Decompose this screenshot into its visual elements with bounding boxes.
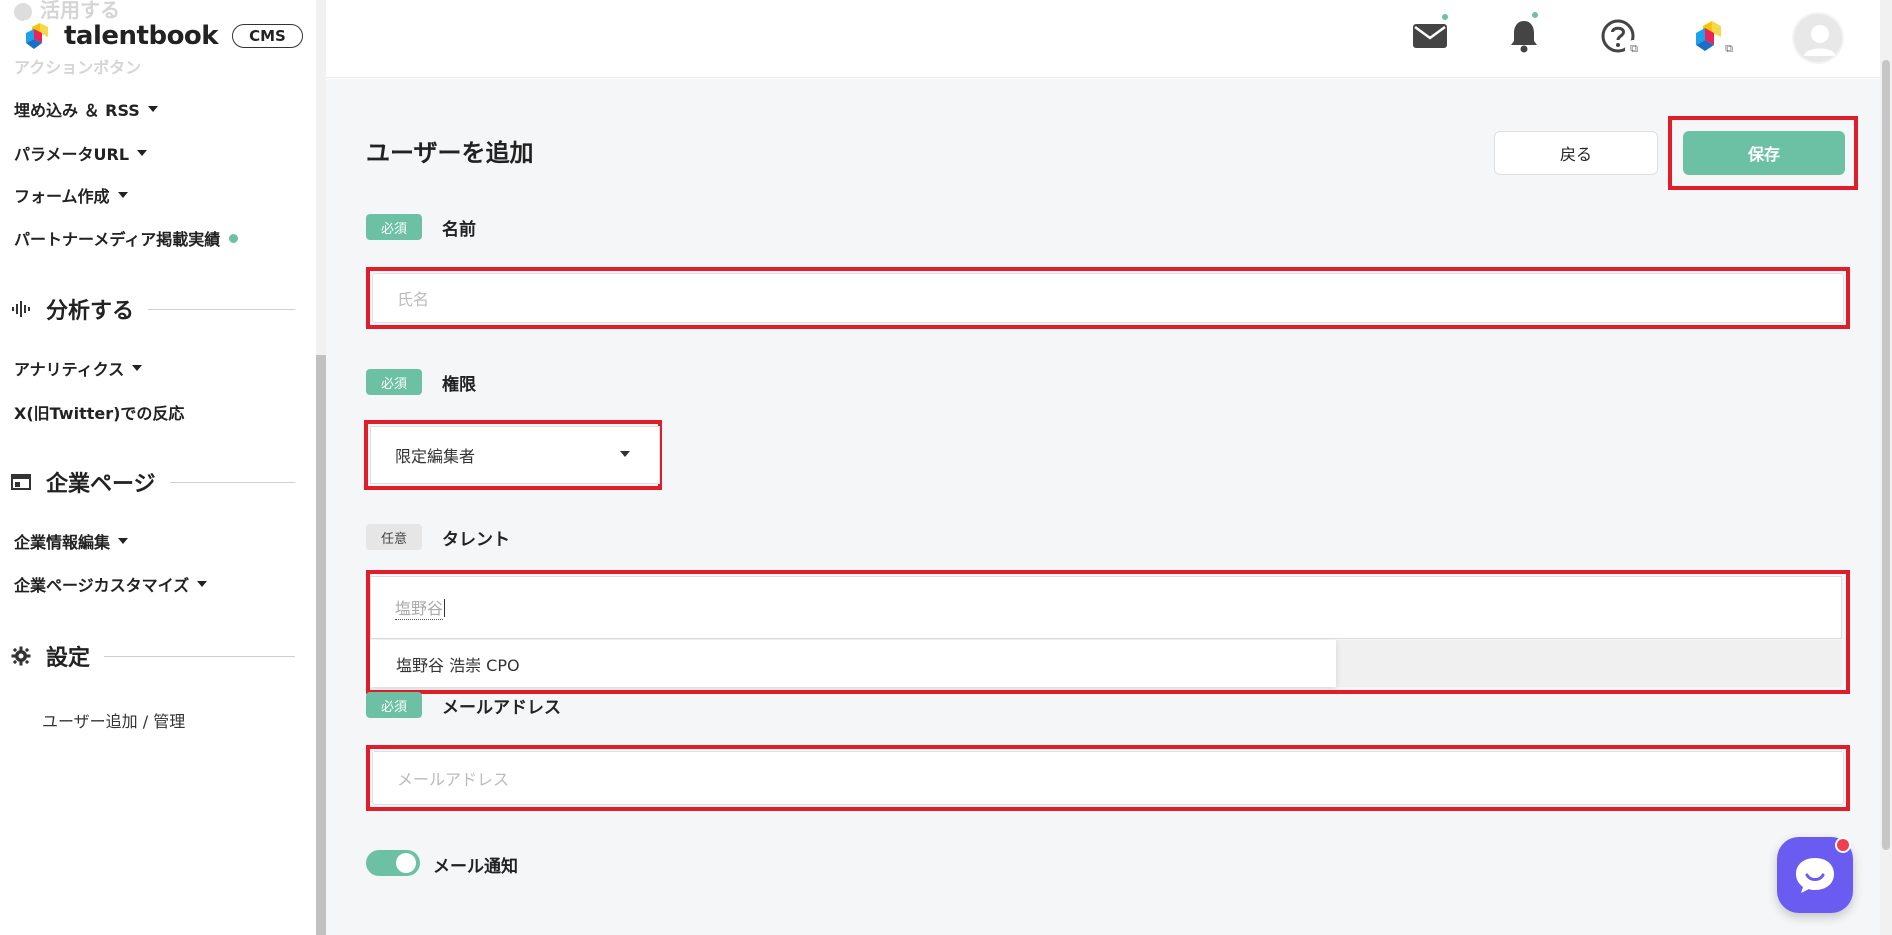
required-badge: 必須 [366, 214, 422, 240]
sidebar-item-form-create[interactable]: フォーム作成 [14, 183, 128, 207]
top-bar: ⧉ ⧉ [326, 0, 1892, 78]
chat-bubble-icon [1796, 858, 1834, 893]
section-title: 分析する [46, 299, 135, 324]
sidebar-item-partner-media[interactable]: パートナーメディア掲載実績 [14, 226, 239, 250]
role-label: 権限 [442, 375, 476, 395]
mail-notification-dot [1440, 12, 1450, 22]
sidebar-section-analyze: 分析する [10, 293, 295, 325]
caret-down-icon [197, 581, 208, 587]
talentbook-logo-icon [26, 23, 48, 49]
email-label: メールアドレス [442, 698, 561, 718]
role-select-value: 限定編集者 [395, 447, 476, 466]
sidebar-item-parameter-url[interactable]: パラメータURL [14, 141, 148, 165]
logo[interactable]: talentbook CMS [24, 20, 313, 52]
page-scrollbar-thumb[interactable] [1882, 60, 1890, 850]
item-label: 企業情報編集 [14, 533, 111, 552]
talent-input-text: 塩野谷 [395, 595, 444, 620]
avatar[interactable] [1792, 12, 1844, 64]
user-avatar-icon [1804, 25, 1836, 56]
sidebar-scrollbar-thumb[interactable] [316, 355, 326, 935]
text-cursor [444, 598, 446, 617]
role-select[interactable]: 限定編集者 [370, 426, 660, 484]
item-label: アナリティクス [14, 360, 125, 379]
item-label: パラメータURL [14, 145, 130, 164]
sidebar-section-company: 企業ページ [10, 466, 295, 498]
mail-icon [1413, 24, 1447, 48]
sidebar-scrollbar[interactable] [316, 0, 326, 935]
item-label: 埋め込み ＆ RSS [14, 101, 140, 120]
sidebar-item-company-info[interactable]: 企業情報編集 [14, 529, 129, 553]
caret-down-icon [132, 365, 143, 371]
cms-badge: CMS [232, 24, 303, 48]
name-input[interactable]: 氏名 [372, 273, 1844, 323]
sidebar: 活用する アクションボタン talentbook CMS 埋め込み ＆ RSS … [0, 0, 316, 935]
item-label: フォーム作成 [14, 187, 110, 206]
bell-notification-dot [1530, 10, 1540, 20]
talent-label: タレント [442, 530, 510, 550]
required-badge: 必須 [366, 692, 422, 718]
external-link-icon: ⧉ [1625, 40, 1643, 58]
email-input[interactable]: メールアドレス [372, 751, 1844, 805]
caret-down-icon [117, 192, 128, 198]
back-button[interactable]: 戻る [1494, 131, 1658, 175]
item-label: 企業ページカスタマイズ [14, 576, 190, 595]
divider [148, 308, 295, 310]
logo-text: talentbook [64, 21, 219, 51]
browser-window-icon [10, 471, 32, 493]
save-button[interactable]: 保存 [1683, 131, 1845, 175]
sidebar-item-user-management[interactable]: ユーザー追加 / 管理 [42, 708, 185, 732]
caret-down-icon [620, 451, 630, 457]
chat-notification-dot [1835, 837, 1851, 853]
sidebar-section-settings: 設定 [10, 640, 295, 672]
item-label: アクションボタン [14, 58, 142, 77]
item-label: X(旧Twitter)での反応 [14, 404, 185, 423]
section-title: 設定 [46, 646, 91, 671]
caret-down-icon [147, 106, 158, 112]
sidebar-item-action-button-ghost[interactable]: アクションボタン [14, 54, 141, 78]
optional-badge: 任意 [366, 524, 422, 550]
page-title: ユーザーを追加 [366, 139, 534, 167]
caret-down-icon [118, 538, 129, 544]
sidebar-item-company-page-customize[interactable]: 企業ページカスタマイズ [14, 572, 208, 596]
divider [104, 655, 295, 657]
suggestion-item[interactable]: 塩野谷 浩崇 CPO [370, 640, 1336, 687]
caret-down-icon [137, 150, 148, 156]
status-dot [229, 233, 239, 243]
sidebar-item-x-reactions[interactable]: X(旧Twitter)での反応 [14, 400, 184, 424]
talent-search-input[interactable]: 塩野谷 [370, 576, 1842, 639]
sidebar-item-analytics[interactable]: アナリティクス [14, 356, 143, 380]
waveform-icon [10, 298, 32, 320]
item-label: パートナーメディア掲載実績 [14, 230, 221, 249]
required-badge: 必須 [366, 369, 422, 395]
external-link-icon: ⧉ [1720, 40, 1738, 58]
sidebar-item-embed-rss[interactable]: 埋め込み ＆ RSS [14, 97, 158, 121]
toggle-knob [396, 853, 416, 873]
section-title: 企業ページ [46, 472, 156, 497]
gear-icon [10, 645, 32, 667]
bell-icon [1511, 21, 1537, 53]
divider [169, 481, 295, 483]
name-label: 名前 [442, 220, 476, 240]
check-circle-icon [14, 2, 32, 21]
notifications-button[interactable] [1502, 14, 1546, 58]
section-label: 活用する [40, 0, 120, 22]
mail-notify-label: メール通知 [433, 857, 518, 877]
